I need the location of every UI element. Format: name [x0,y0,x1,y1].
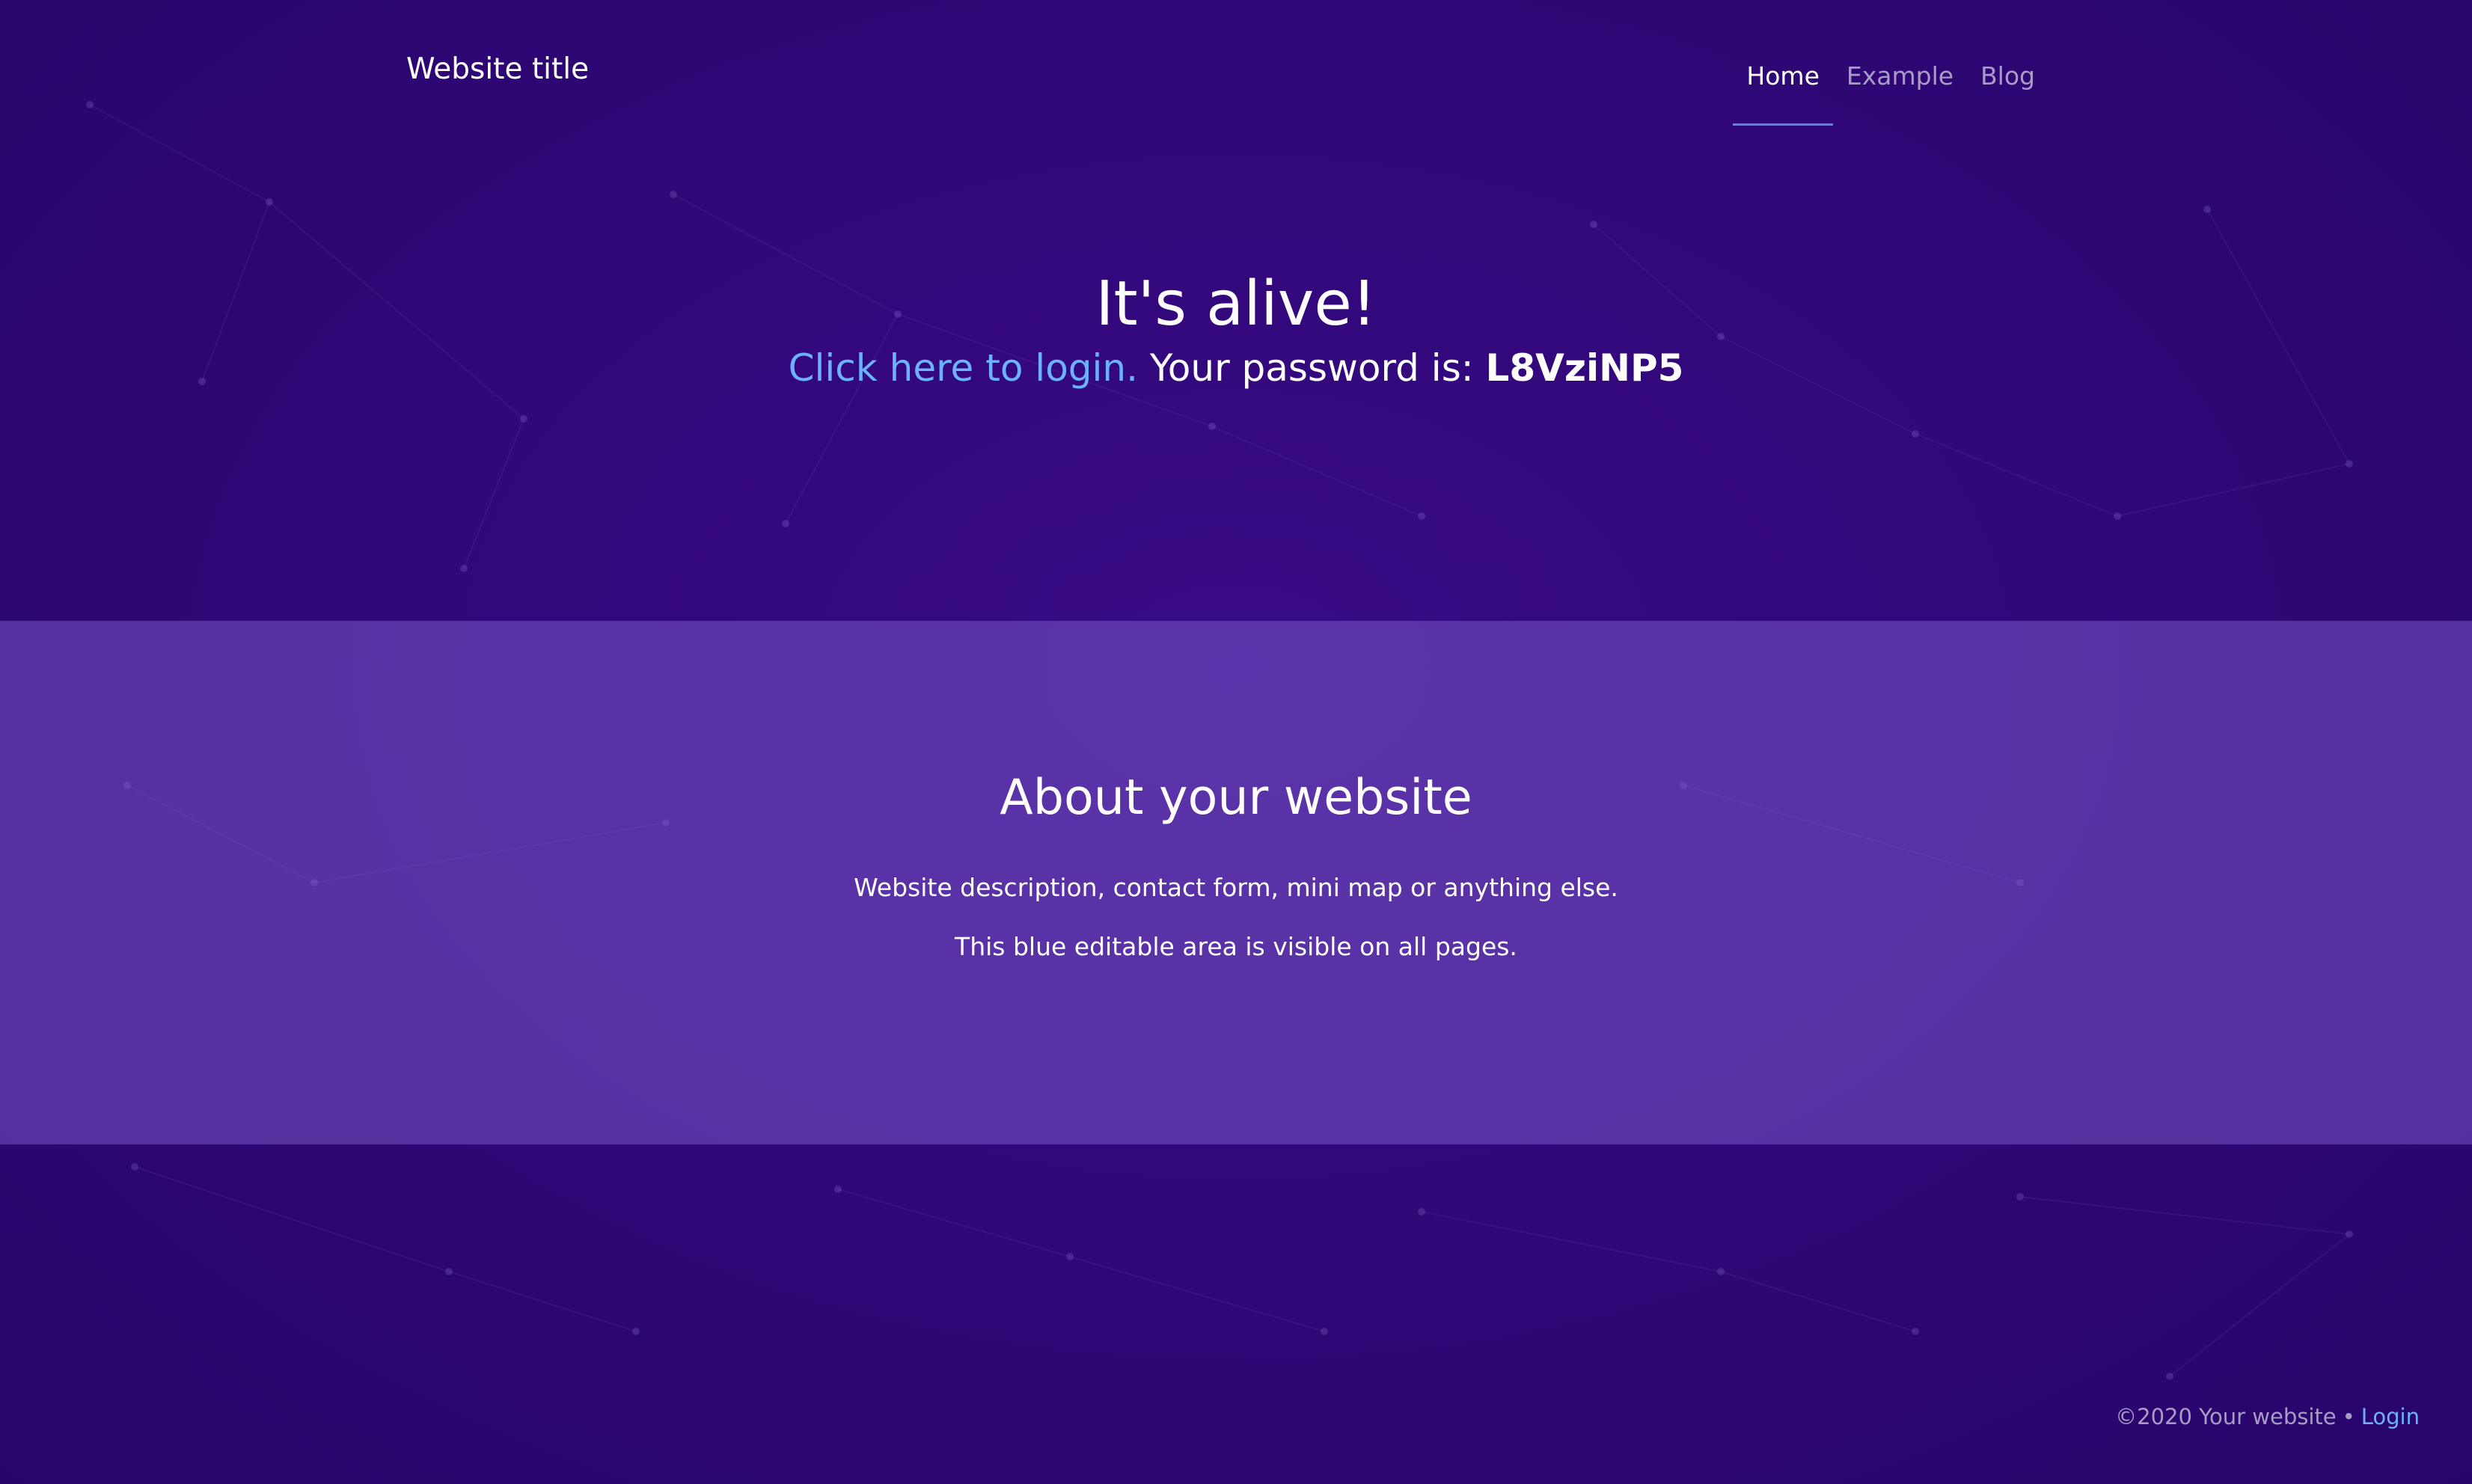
footer-separator: • [2342,1404,2355,1429]
nav-item-example[interactable]: Example [1833,61,1967,126]
site-title[interactable]: Website title [406,52,589,86]
password-label: Your password is: [1149,346,1474,390]
about-description: Website description, contact form, mini … [854,873,1618,902]
hero-section: It's alive! Click here to login. Your pa… [0,269,2472,393]
hero-heading: It's alive! [1095,269,1377,340]
main-nav: Home Example Blog [1733,61,2049,126]
site-footer: ©2020 Your website • Login [2115,1404,2420,1429]
footer-copyright: ©2020 Your website [2115,1404,2337,1429]
login-link[interactable]: Click here to login. [789,346,1138,390]
password-value: L8VziNP5 [1485,346,1684,390]
nav-item-blog[interactable]: Blog [1967,61,2049,126]
about-section: About your website Website description, … [0,621,2472,1144]
about-heading: About your website [1000,770,1472,826]
footer-login-link[interactable]: Login [2361,1404,2420,1429]
nav-item-home[interactable]: Home [1733,61,1834,126]
about-note: This blue editable area is visible on al… [955,932,1517,962]
login-message: Click here to login. Your password is: L… [0,344,2472,393]
